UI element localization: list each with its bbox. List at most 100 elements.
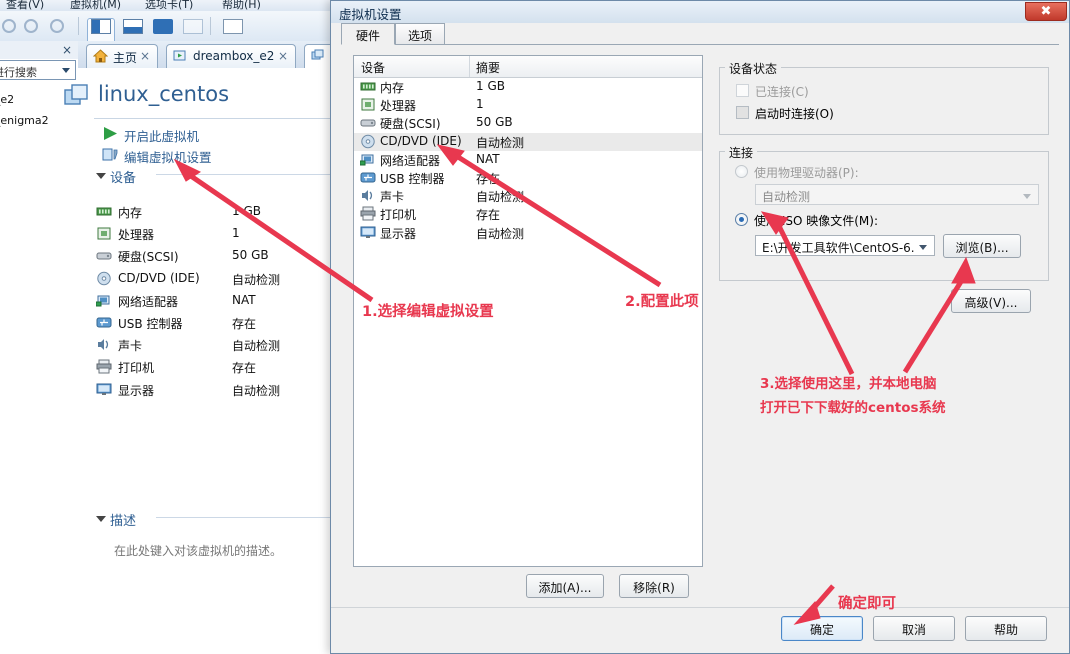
- menu-item-tabs[interactable]: 选项卡(T): [145, 0, 193, 11]
- virtual-machine-settings-dialog: 虚拟机设置 ✖ 硬件 选项 设备 摘要 内存 1 GB 处理器 1 硬盘(SCSI) 50…: [330, 0, 1070, 654]
- iso-path-select[interactable]: E:\开发工具软件\CentOS-6.: [755, 235, 935, 256]
- library-item-0[interactable]: ox_e2: [0, 93, 14, 106]
- help-button[interactable]: 帮助: [965, 616, 1047, 641]
- use-physical-drive-radio[interactable]: [735, 165, 748, 178]
- connect-at-power-on-checkbox[interactable]: [736, 106, 749, 119]
- tab-options[interactable]: 选项: [395, 23, 445, 45]
- tab-hardware[interactable]: 硬件: [341, 23, 395, 45]
- table-cell-summary: 1: [476, 97, 484, 112]
- close-icon[interactable]: ✖: [1025, 2, 1067, 21]
- chevron-down-icon[interactable]: [1023, 194, 1031, 199]
- memory-icon: [360, 79, 376, 94]
- vm-device-name: 网络适配器: [118, 294, 179, 309]
- edit-vm-settings-label: 编辑虚拟机设置: [124, 150, 212, 165]
- menu-item-vm[interactable]: 虚拟机(M): [70, 0, 121, 11]
- device-status-group: [719, 67, 1049, 135]
- chevron-down-icon[interactable]: [62, 68, 70, 73]
- physical-drive-select[interactable]: 自动检测: [755, 184, 1039, 205]
- table-row[interactable]: CD/DVD (IDE) 自动检测: [354, 132, 702, 151]
- vm-device-value: 1 GB: [232, 204, 261, 218]
- help-button-label: 帮助: [993, 623, 1018, 637]
- library-item-1[interactable]: ox_enigma2: [0, 114, 49, 127]
- library-close-icon[interactable]: ×: [62, 43, 72, 57]
- dialog-titlebar[interactable]: 虚拟机设置 ✖: [331, 1, 1069, 23]
- chevron-down-icon[interactable]: [919, 245, 927, 250]
- vm-device-name: CD/DVD (IDE): [118, 270, 200, 285]
- history-back-icon[interactable]: [0, 16, 22, 36]
- use-iso-image-radio[interactable]: [735, 213, 748, 226]
- vm-device-value: 50 GB: [232, 248, 269, 263]
- ok-button-label: 确定: [809, 623, 834, 637]
- vm-device-value: 自动检测: [232, 383, 281, 398]
- page-title: linux_centos: [64, 82, 230, 106]
- tab-home-close-icon[interactable]: ×: [140, 49, 150, 63]
- edit-vm-settings-action[interactable]: 编辑虚拟机设置: [102, 147, 212, 166]
- column-divider: [469, 56, 470, 77]
- toolbar-divider-2: [210, 17, 211, 35]
- tab-hardware-label: 硬件: [355, 29, 380, 43]
- cd-icon: [360, 134, 376, 149]
- table-cell-device: 显示器: [380, 226, 417, 241]
- unity-icon: [182, 16, 204, 36]
- vm-device-name: 内存: [118, 206, 143, 220]
- table-row[interactable]: 声卡 自动检测: [354, 187, 702, 205]
- vm-device-value: 存在: [232, 317, 257, 331]
- clock-settings-icon[interactable]: [48, 16, 70, 36]
- vm-icon: [173, 49, 188, 63]
- table-row[interactable]: 处理器 1: [354, 96, 702, 114]
- annotation-3-line1: 3.选择使用这里，并本地电脑: [760, 376, 937, 392]
- iso-path-value: E:\开发工具软件\CentOS-6.: [762, 241, 915, 255]
- library-panel: × 进行搜索 ox_e2 ox_enigma2 tos: [0, 41, 79, 654]
- table-row[interactable]: 显示器 自动检测: [354, 224, 702, 242]
- vm-description-placeholder[interactable]: 在此处键入对该虚拟机的描述。: [114, 542, 282, 559]
- play-icon: [102, 126, 119, 141]
- vm-device-name: 处理器: [118, 228, 155, 243]
- refresh-icon[interactable]: [22, 16, 44, 36]
- tab-home-label: 主页: [113, 51, 138, 65]
- console-view-icon[interactable]: [87, 16, 115, 46]
- vm-device-name: 硬盘(SCSI): [118, 250, 179, 265]
- cd-icon: [96, 271, 112, 286]
- table-row[interactable]: 打印机 存在: [354, 205, 702, 223]
- printer-icon: [96, 359, 112, 374]
- tab-home[interactable]: 主页 ×: [86, 44, 158, 68]
- menu-item-help[interactable]: 帮助(H): [222, 0, 261, 11]
- description-section-toggle-icon[interactable]: [96, 516, 106, 522]
- table-row[interactable]: 硬盘(SCSI) 50 GB: [354, 114, 702, 132]
- annotation-1: 1.选择编辑虚拟设置: [362, 304, 494, 320]
- remove-button[interactable]: 移除(R): [619, 574, 689, 598]
- library-search-input[interactable]: 进行搜索: [0, 60, 76, 80]
- table-header: 设备 摘要: [354, 56, 702, 78]
- use-iso-image-label: 使用 ISO 映像文件(M):: [754, 214, 878, 228]
- advanced-button-label: 高级(V)...: [964, 296, 1018, 310]
- table-cell-device: 处理器: [380, 99, 417, 114]
- annotation-3-line2: 打开已下下载好的centos系统: [760, 400, 946, 416]
- library-search-value: 进行搜索: [0, 66, 37, 79]
- tab-dreambox-e2[interactable]: dreambox_e2 ×: [166, 44, 296, 68]
- ok-button[interactable]: 确定: [781, 616, 863, 641]
- tab-dreambox-e2-close-icon[interactable]: ×: [278, 49, 288, 63]
- table-row[interactable]: 内存 1 GB: [354, 78, 702, 96]
- memory-icon: [96, 204, 112, 219]
- vm-title-text: linux_centos: [98, 82, 230, 106]
- column-header-summary: 摘要: [476, 61, 501, 75]
- browse-button[interactable]: 浏览(B)...: [943, 234, 1021, 258]
- add-button[interactable]: 添加(A)...: [526, 574, 604, 598]
- table-cell-summary: 自动检测: [476, 135, 525, 150]
- sound-icon: [96, 337, 112, 352]
- browse-button-label: 浏览(B)...: [955, 241, 1009, 255]
- table-row[interactable]: USB 控制器 存在: [354, 169, 702, 187]
- connected-checkbox[interactable]: [736, 84, 749, 97]
- table-row[interactable]: 网络适配器 NAT: [354, 151, 702, 169]
- menu-item-view[interactable]: 查看(V): [6, 0, 44, 11]
- cancel-button[interactable]: 取消: [873, 616, 955, 641]
- thumbnail-view-icon[interactable]: [122, 16, 144, 36]
- advanced-button[interactable]: 高级(V)...: [951, 289, 1031, 313]
- fullscreen-icon[interactable]: [152, 16, 174, 36]
- cancel-button-label: 取消: [901, 623, 926, 637]
- preferences-icon[interactable]: [222, 16, 244, 36]
- display-icon: [96, 382, 112, 397]
- devices-section-toggle-icon[interactable]: [96, 173, 106, 179]
- vm-stack-icon: [311, 49, 326, 63]
- power-on-vm-action[interactable]: 开启此虚拟机: [104, 126, 199, 145]
